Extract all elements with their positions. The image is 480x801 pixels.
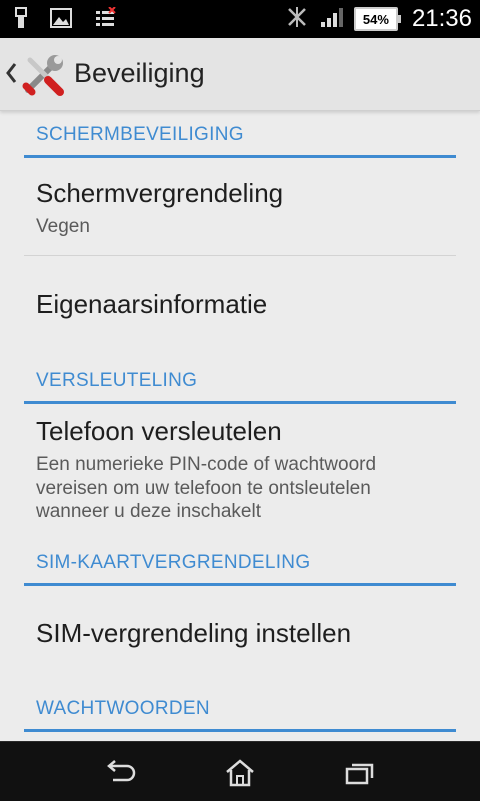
setting-item-eigenaarsinformatie[interactable]: Eigenaarsinformatie	[24, 256, 456, 352]
status-bar: 54% 21:36	[0, 0, 480, 38]
setting-title: Telefoon versleutelen	[36, 416, 282, 446]
up-navigation-chevron-icon[interactable]	[4, 60, 18, 91]
action-bar: Beveiliging	[0, 38, 480, 111]
setting-item-sim-vergrendeling[interactable]: SIM-vergrendeling instellen	[24, 586, 456, 681]
battery-percent: 54%	[362, 11, 389, 27]
section-header-sim-kaartvergrendeling: SIM-KAARTVERGRENDELING	[24, 539, 456, 586]
system-icons: 54% 21:36	[284, 0, 472, 38]
section-header-label: SIM-KAARTVERGRENDELING	[36, 552, 311, 573]
section-header-label: SCHERMBEVEILIGING	[36, 124, 244, 145]
setting-item-telefoon-versleutelen[interactable]: Telefoon versleutelen Een numerieke PIN-…	[24, 404, 456, 534]
notification-icons	[14, 6, 116, 35]
page-title: Beveiliging	[74, 58, 205, 88]
clock: 21:36	[411, 5, 472, 32]
back-icon[interactable]	[90, 756, 150, 790]
setting-title: SIM-vergrendeling instellen	[36, 618, 352, 648]
tools-icon[interactable]	[22, 52, 66, 101]
signal-icon	[320, 6, 344, 33]
image-icon	[50, 7, 72, 34]
home-icon[interactable]	[210, 756, 270, 790]
section-header-schermbeveiliging: SCHERMBEVEILIGING	[24, 111, 456, 158]
section-header-wachtwoorden: WACHTWOORDEN	[24, 685, 456, 732]
recent-apps-icon[interactable]	[330, 756, 390, 790]
usb-icon	[14, 6, 28, 35]
settings-list: SCHERMBEVEILIGING Schermvergrendeling Ve…	[0, 111, 480, 741]
setting-summary: Vegen	[36, 216, 90, 237]
setting-summary: Een numerieke PIN-code of wachtwoord ver…	[36, 454, 377, 522]
battery-icon: 54%	[353, 7, 401, 31]
section-header-versleuteling: VERSLEUTELING	[24, 357, 456, 404]
bars-icon	[94, 6, 116, 34]
setting-title: Eigenaarsinformatie	[36, 289, 268, 319]
section-header-label: WACHTWOORDEN	[36, 698, 210, 719]
section-header-label: VERSLEUTELING	[36, 370, 198, 391]
setting-title: Schermvergrendeling	[36, 178, 284, 208]
bluetooth-icon	[284, 4, 310, 35]
setting-item-schermvergrendeling[interactable]: Schermvergrendeling Vegen	[24, 158, 456, 255]
navigation-bar	[0, 741, 480, 801]
